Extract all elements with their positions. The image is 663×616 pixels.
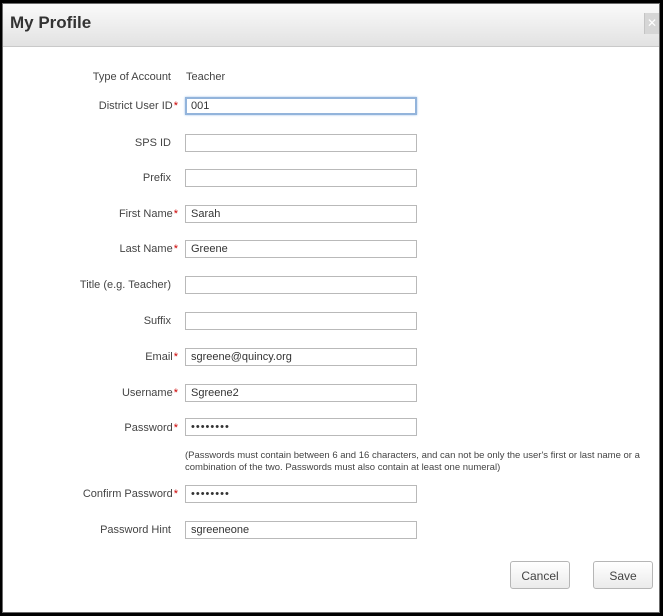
email-label: Email*: [145, 351, 178, 363]
save-button[interactable]: Save: [593, 561, 653, 589]
required-marker: *: [173, 100, 178, 112]
required-marker: *: [173, 208, 178, 220]
first-name-input[interactable]: [185, 205, 417, 223]
dialog-titlebar: My Profile ✕: [3, 4, 659, 47]
password-hint-label: Password Hint: [100, 524, 171, 536]
email-input[interactable]: [185, 348, 417, 366]
district-user-id-label: District User ID*: [98, 100, 178, 112]
district-user-id-input[interactable]: [185, 97, 417, 115]
last-name-input[interactable]: [185, 240, 417, 258]
type-of-account-label: Type of Account: [92, 71, 171, 83]
required-marker: *: [173, 351, 178, 363]
last-name-label: Last Name*: [119, 243, 178, 255]
password-label: Password*: [124, 422, 178, 434]
sps-id-input[interactable]: [185, 134, 417, 152]
sps-id-label: SPS ID: [134, 137, 171, 149]
prefix-input[interactable]: [185, 169, 417, 187]
title-input[interactable]: [185, 276, 417, 294]
password-hint-input[interactable]: [185, 521, 417, 539]
required-marker: *: [173, 243, 178, 255]
type-of-account-value: Teacher: [186, 71, 226, 83]
confirm-password-label: Confirm Password*: [82, 488, 178, 500]
prefix-label: Prefix: [142, 172, 171, 184]
close-icon[interactable]: ✕: [644, 13, 659, 34]
username-input[interactable]: [185, 384, 417, 402]
required-marker: *: [173, 422, 178, 434]
my-profile-dialog: My Profile ✕ Type of Account Teacher Dis…: [2, 3, 660, 613]
required-marker: *: [173, 488, 178, 500]
cancel-button[interactable]: Cancel: [510, 561, 570, 589]
password-requirements-note: (Passwords must contain between 6 and 16…: [185, 450, 640, 473]
password-input[interactable]: [185, 418, 417, 436]
username-label: Username*: [121, 387, 178, 399]
profile-form: Type of Account Teacher District User ID…: [3, 47, 659, 612]
first-name-label: First Name*: [118, 208, 178, 220]
confirm-password-input[interactable]: [185, 485, 417, 503]
suffix-input[interactable]: [185, 312, 417, 330]
dialog-title: My Profile: [10, 13, 92, 32]
suffix-label: Suffix: [143, 315, 171, 327]
required-marker: *: [173, 387, 178, 399]
title-label: Title (e.g. Teacher): [79, 279, 171, 291]
